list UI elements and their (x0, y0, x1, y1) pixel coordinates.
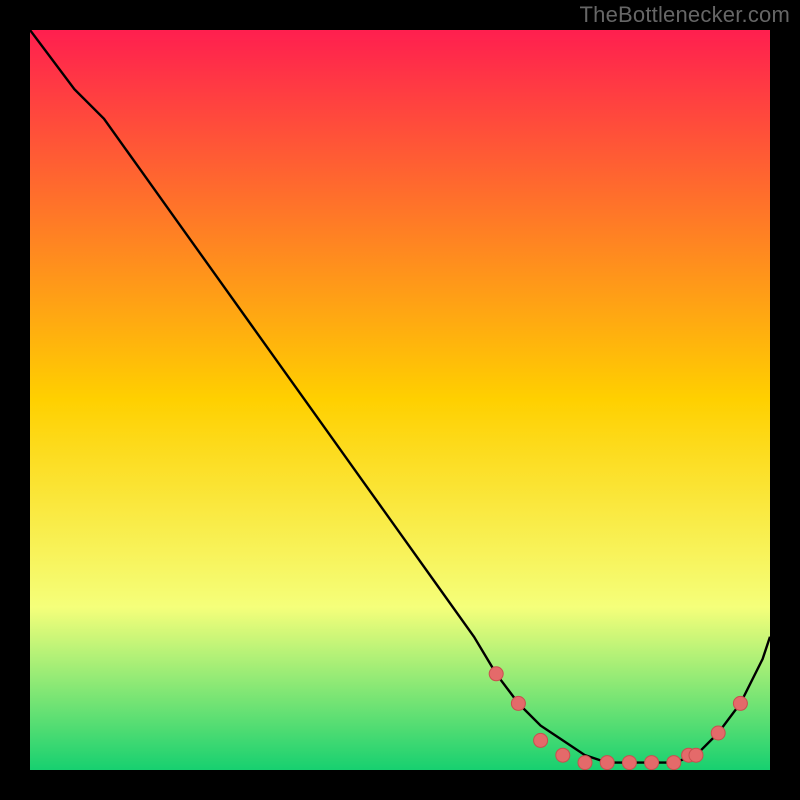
attribution-text: TheBottlenecker.com (580, 2, 790, 28)
curve-marker (711, 726, 725, 740)
gradient-background (30, 30, 770, 770)
curve-marker (667, 756, 681, 770)
curve-marker (511, 696, 525, 710)
curve-marker (600, 756, 614, 770)
curve-marker (578, 756, 592, 770)
curve-marker (689, 748, 703, 762)
curve-marker (556, 748, 570, 762)
chart-stage: TheBottlenecker.com (0, 0, 800, 800)
curve-marker (645, 756, 659, 770)
plot-svg (30, 30, 770, 770)
plot-area (30, 30, 770, 770)
curve-marker (489, 667, 503, 681)
curve-marker (534, 733, 548, 747)
curve-marker (733, 696, 747, 710)
curve-marker (622, 756, 636, 770)
